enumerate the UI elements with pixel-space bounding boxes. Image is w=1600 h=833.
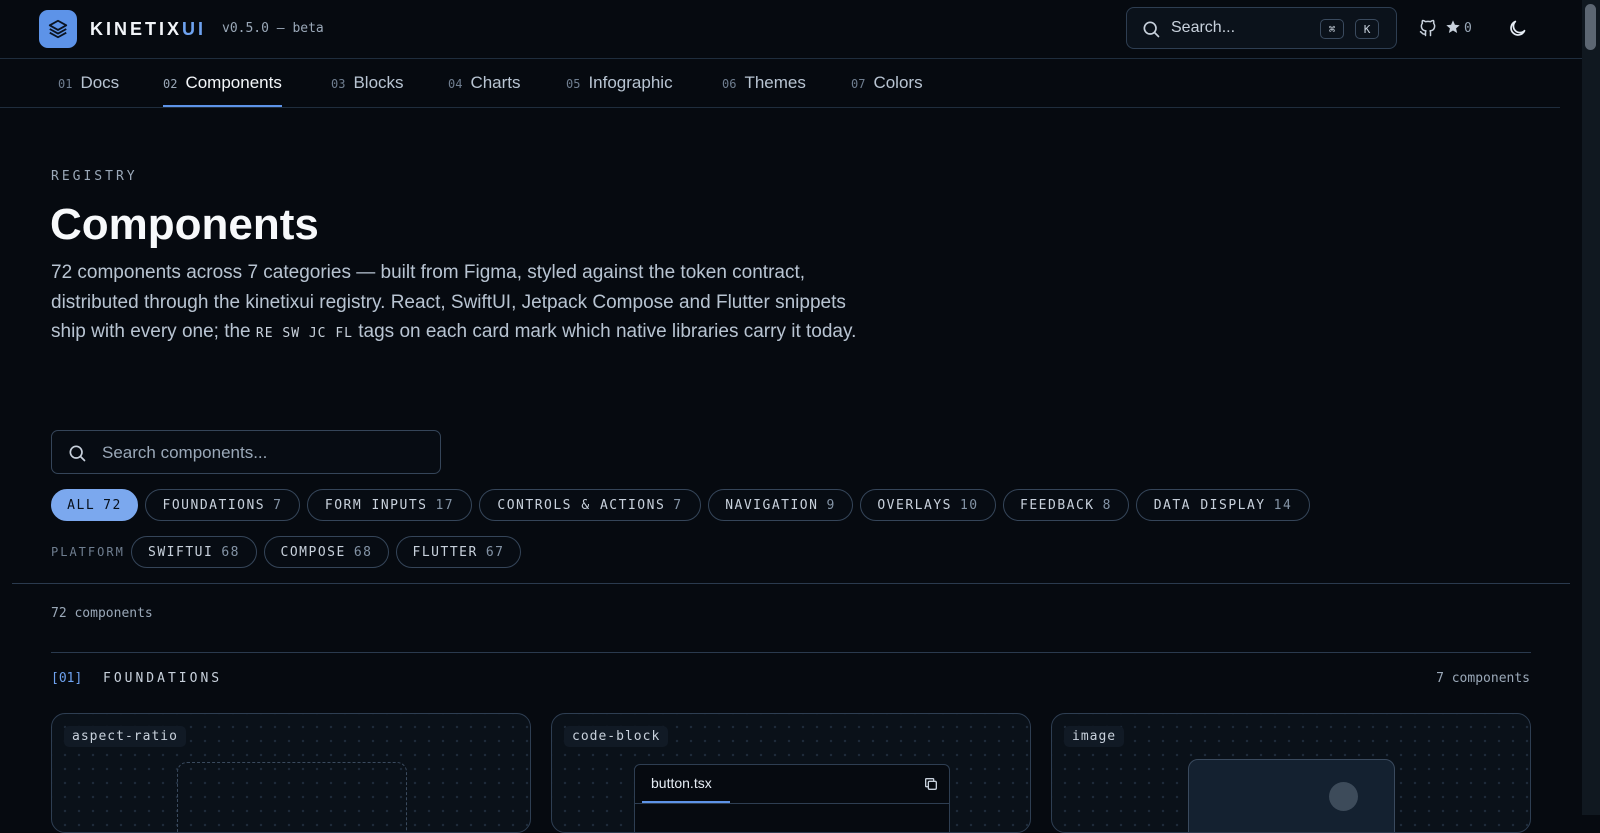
version-label: v0.5.0 — beta [222,21,324,36]
filter-chip-foundations[interactable]: FOUNDATIONS 7 [145,489,300,521]
tab-colors[interactable]: 07 Colors [851,73,923,107]
code-file-tab[interactable]: button.tsx [651,775,712,791]
page-description: 72 components across 7 categories — buil… [51,262,857,342]
component-search-placeholder: Search components... [102,443,268,462]
code-block-preview: button.tsx [634,764,950,832]
shortcut-mod-key: ⌘ [1320,19,1344,39]
results-count: 72 components [51,606,153,621]
filter-chip-navigation[interactable]: NAVIGATION 9 [708,489,853,521]
card-tag: aspect-ratio [64,726,186,747]
search-icon [69,445,86,462]
platform-chip-compose[interactable]: COMPOSE 68 [264,536,389,568]
component-search-input[interactable]: Search components... [51,430,441,474]
platform-tags: RE SW JC FL [255,326,353,341]
brand-name[interactable]: KINETIXUI [90,19,206,40]
section-divider [51,652,1531,653]
tab-infographic[interactable]: 05 Infographic [566,73,673,107]
shortcut-k-key: K [1355,19,1379,39]
scrollbar-track[interactable] [1582,0,1600,815]
copy-icon[interactable] [923,776,939,792]
top-bar: KINETIXUI v0.5.0 — beta Search... ⌘ K 0 [0,0,1582,59]
tab-blocks[interactable]: 03 Blocks [331,73,404,107]
logo[interactable] [39,10,77,48]
moon-icon[interactable] [1507,18,1528,39]
platform-chip-swiftui[interactable]: SWIFTUI 68 [131,536,257,568]
section-title: FOUNDATIONS [103,671,223,686]
tab-components[interactable]: 02 Components [163,73,282,107]
main-nav-tabs: 01 Docs 02 Components 03 Blocks 04 Charts 05… [0,59,1560,108]
filters-divider [12,583,1570,584]
platform-label: PLATFORM [51,545,125,559]
image-preview [1188,759,1395,832]
scrollbar-thumb[interactable] [1585,4,1596,50]
filter-chip-form-inputs[interactable]: FORM INPUTS 17 [307,489,472,521]
section-count: 7 components [1436,671,1530,686]
component-card-code-block[interactable]: code-block button.tsx [551,713,1031,833]
section-index: [01] [51,671,83,686]
star-icon[interactable] [1445,19,1461,35]
component-card-aspect-ratio[interactable]: aspect-ratio [51,713,531,833]
layers-icon [48,19,68,39]
tab-docs[interactable]: 01 Docs [58,73,119,107]
tab-themes[interactable]: 06 Themes [722,73,806,107]
page-title: Components [50,200,319,249]
filter-chip-data-display[interactable]: DATA DISPLAY 14 [1136,489,1310,521]
search-icon [1143,21,1160,38]
platform-chip-flutter[interactable]: FLUTTER 67 [396,536,521,568]
filter-chip-feedback[interactable]: FEEDBACK 8 [1003,489,1129,521]
card-tag: code-block [564,726,669,747]
star-count: 0 [1464,21,1472,36]
component-card-image[interactable]: image [1051,713,1531,833]
aspect-ratio-preview [177,762,407,832]
tab-charts[interactable]: 04 Charts [448,73,521,107]
global-search-button[interactable]: Search... ⌘ K [1126,7,1397,49]
github-icon[interactable] [1418,18,1438,38]
filter-chip-overlays[interactable]: OVERLAYS 10 [860,489,996,521]
card-tag: image [1064,726,1125,747]
global-search-placeholder: Search... [1171,19,1236,36]
image-placeholder-icon [1329,782,1358,811]
filter-chip-controls-actions[interactable]: CONTROLS & ACTIONS 7 [479,489,701,521]
code-header-divider [635,803,949,804]
eyebrow-label: REGISTRY [51,169,138,184]
filter-chip-all[interactable]: ALL 72 [51,489,138,521]
